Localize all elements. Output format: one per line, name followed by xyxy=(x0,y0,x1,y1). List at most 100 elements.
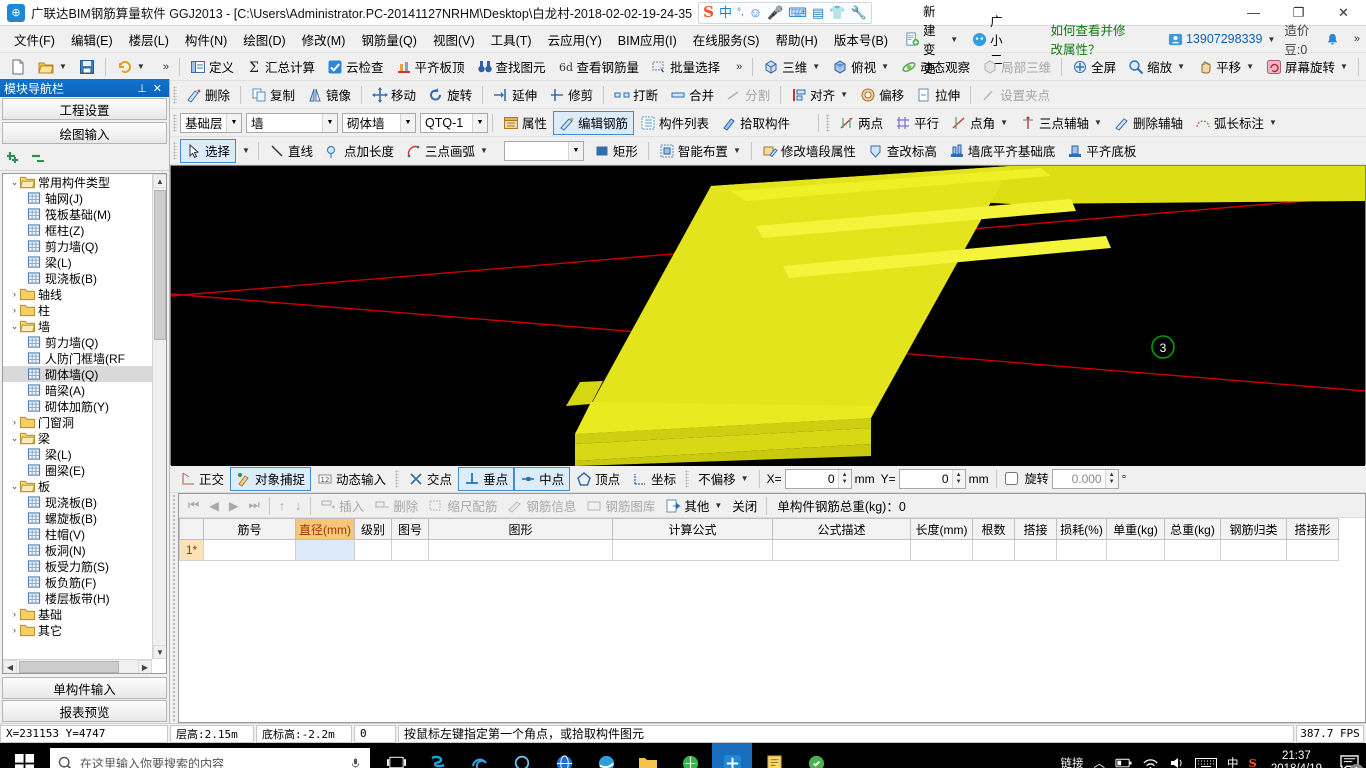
tree-item-11[interactable]: 人防门框墙(RF xyxy=(3,350,152,366)
tree-vscroll-thumb[interactable] xyxy=(154,190,166,340)
chevron-down-icon[interactable]: ▼ xyxy=(1269,118,1277,127)
cell-0-4[interactable] xyxy=(429,540,613,561)
promo-link[interactable]: 如何查看并修改属性？ xyxy=(1051,20,1133,58)
chevron-down-icon[interactable]: ▼ xyxy=(238,146,254,155)
scale-rebar-button[interactable]: 缩尺配筋 xyxy=(423,495,502,516)
component-list-button[interactable]: 构件列表 xyxy=(634,111,715,135)
pan-button[interactable]: 平移 ▼ xyxy=(1191,55,1260,79)
taskbar-app-green[interactable] xyxy=(670,743,710,768)
tree-item-17[interactable]: 梁(L) xyxy=(3,446,152,462)
break-button[interactable]: 打断 xyxy=(608,83,664,107)
rotate-input[interactable] xyxy=(1053,470,1105,488)
rebar-info-button[interactable]: 钢筋信息 xyxy=(502,495,581,516)
offset-button[interactable]: 偏移 xyxy=(854,83,910,107)
point-angle-button[interactable]: 点角 ▼ xyxy=(945,111,1014,135)
define-button[interactable]: 定义 xyxy=(184,55,240,79)
stretch-button[interactable]: 拉伸 xyxy=(910,83,966,107)
component-tree-list[interactable]: ⌄ 常用构件类型 轴网(J) 筏板基础(M) 框柱(Z) 剪力墙(Q) 梁(L)… xyxy=(3,174,152,659)
summary-calc-button[interactable]: Σ 汇总计算 xyxy=(240,55,321,79)
perpendicular-snap-toggle[interactable]: 垂点 xyxy=(458,467,514,491)
volume-icon[interactable] xyxy=(1169,756,1185,768)
column-header-0[interactable] xyxy=(180,519,204,540)
taskbar-app-browser-blue[interactable] xyxy=(544,743,584,768)
report-preview-button[interactable]: 报表预览 xyxy=(2,700,167,722)
chevron-down-icon[interactable]: ▼ xyxy=(59,62,67,71)
chevron-down-icon[interactable]: ▼ xyxy=(840,90,848,99)
x-stepper-arrows[interactable]: ▲▼ xyxy=(838,470,851,488)
menu-file[interactable]: 文件(F) xyxy=(6,26,63,53)
coordinate-snap-toggle[interactable]: 坐标 xyxy=(626,467,682,491)
dynamic-input-toggle[interactable]: 12 动态输入 xyxy=(311,467,392,491)
chevron-down-icon[interactable]: ▼ xyxy=(226,114,241,132)
align-slab-top-button[interactable]: 平齐板顶 xyxy=(390,55,471,79)
chevron-down-icon[interactable]: ▼ xyxy=(1340,62,1348,71)
chevron-down-icon[interactable]: ⌄ xyxy=(9,321,20,332)
column-header-8[interactable]: 长度(mm) xyxy=(911,519,973,540)
taskbar-app-sogou[interactable] xyxy=(418,743,458,768)
column-header-11[interactable]: 损耗(%) xyxy=(1057,519,1107,540)
align-button[interactable]: 对齐 ▼ xyxy=(785,83,854,107)
column-header-14[interactable]: 钢筋归类 xyxy=(1221,519,1287,540)
tree-horizontal-scrollbar[interactable]: ◀ ▶ xyxy=(3,659,152,673)
column-header-10[interactable]: 搭接 xyxy=(1015,519,1057,540)
taskbar-clock[interactable]: 21:37 2018/4/19 xyxy=(1267,750,1326,768)
fullscreen-button[interactable]: 全屏 xyxy=(1066,55,1122,79)
component-tree[interactable]: ⌄ 常用构件类型 轴网(J) 筏板基础(M) 框柱(Z) 剪力墙(Q) 梁(L)… xyxy=(2,173,167,674)
cell-0-3[interactable] xyxy=(392,540,429,561)
taskbar-app-edge-legacy[interactable] xyxy=(460,743,500,768)
offset-mode-dropdown[interactable]: 不偏移 ▼ xyxy=(692,467,754,491)
tree-item-22[interactable]: 柱帽(V) xyxy=(3,526,152,542)
column-header-5[interactable]: 图形 xyxy=(429,519,613,540)
cell-0-8[interactable] xyxy=(973,540,1015,561)
menu-cloud[interactable]: 云应用(Y) xyxy=(540,26,610,53)
move-down-button[interactable]: ↓ xyxy=(290,495,306,516)
screen-rotate-button[interactable]: 屏幕旋转 ▼ xyxy=(1260,55,1354,79)
menu-floor[interactable]: 楼层(L) xyxy=(121,26,177,53)
chevron-down-icon[interactable]: ▼ xyxy=(1094,118,1102,127)
orbit-button[interactable]: 动态观察 xyxy=(895,55,976,79)
cell-0-10[interactable] xyxy=(1057,540,1107,561)
open-file-button[interactable]: ▼ xyxy=(32,55,73,79)
column-header-9[interactable]: 根数 xyxy=(973,519,1015,540)
floor-combo[interactable]: 基础层 ▼ xyxy=(180,113,242,133)
start-button[interactable] xyxy=(0,743,48,768)
cell-0-12[interactable] xyxy=(1165,540,1221,561)
pin-icon[interactable]: ⊥ xyxy=(134,82,150,95)
undo-button[interactable]: ▼ xyxy=(110,55,151,79)
tree-item-26[interactable]: 楼层板带(H) xyxy=(3,590,152,606)
scroll-right-arrow-icon[interactable]: ▶ xyxy=(138,660,152,674)
ime-toolbar[interactable]: S 中 °, ☺ 🎤 ⌨ ▤ 👕 🔧 xyxy=(698,2,872,24)
parallel-axis-button[interactable]: 平行 xyxy=(889,111,945,135)
cell-0-9[interactable] xyxy=(1015,540,1057,561)
tree-item-21[interactable]: 螺旋板(B) xyxy=(3,510,152,526)
task-view-button[interactable] xyxy=(376,743,416,768)
nav-next-button[interactable]: ▶ xyxy=(224,495,244,516)
chevron-down-icon[interactable]: ▼ xyxy=(137,62,145,71)
other-button[interactable]: 其他 ▼ xyxy=(660,495,727,516)
close-grid-button[interactable]: 关闭 xyxy=(727,495,762,516)
extend-button[interactable]: 延伸 xyxy=(487,83,543,107)
menu-edit[interactable]: 编辑(E) xyxy=(63,26,121,53)
align-bottom-slab-button[interactable]: 平齐底板 xyxy=(1061,139,1142,163)
tree-item-4[interactable]: 剪力墙(Q) xyxy=(3,238,152,254)
single-component-input-button[interactable]: 单构件输入 xyxy=(2,677,167,699)
tray-sogou-icon[interactable]: S xyxy=(1249,756,1257,768)
tree-item-6[interactable]: 现浇板(B) xyxy=(3,270,152,286)
tree-item-13[interactable]: 暗梁(A) xyxy=(3,382,152,398)
tree-item-27[interactable]: › 基础 xyxy=(3,606,152,622)
chevron-down-icon[interactable]: ▼ xyxy=(1267,35,1275,44)
menu-overflow-button[interactable]: » xyxy=(1348,33,1366,45)
three-point-axis-button[interactable]: 三点辅轴 ▼ xyxy=(1014,111,1108,135)
tree-item-18[interactable]: 圈梁(E) xyxy=(3,462,152,478)
view-rebar-button[interactable]: 6d 查看钢筋量 xyxy=(552,55,646,79)
tree-item-12[interactable]: 砌体墙(Q) xyxy=(3,366,152,382)
vertex-snap-toggle[interactable]: 顶点 xyxy=(570,467,626,491)
move-button[interactable]: 移动 xyxy=(366,83,422,107)
chevron-down-icon[interactable]: ⌄ xyxy=(9,177,20,188)
chevron-right-icon[interactable]: › xyxy=(9,305,20,315)
copy-button[interactable]: 复制 xyxy=(245,83,301,107)
scroll-up-arrow-icon[interactable]: ▲ xyxy=(153,174,167,188)
column-header-4[interactable]: 图号 xyxy=(392,519,429,540)
chevron-down-icon[interactable]: ▼ xyxy=(568,142,583,160)
object-snap-toggle[interactable]: 对象捕捉 xyxy=(230,467,311,491)
